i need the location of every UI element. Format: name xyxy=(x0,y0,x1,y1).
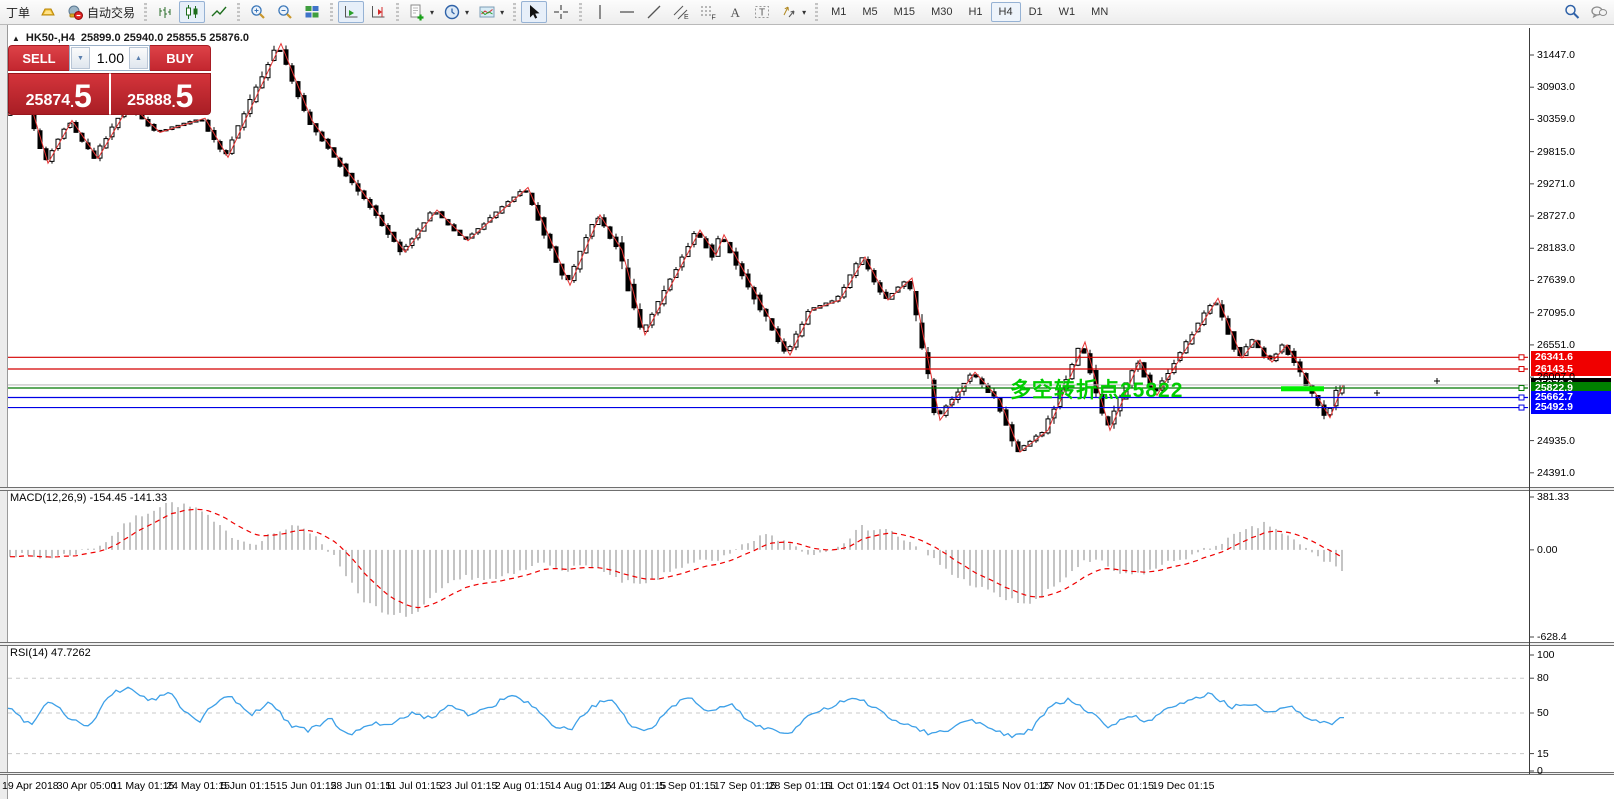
time-axis-label: 5 Jun 01:15 xyxy=(221,780,276,792)
time-axis-label: 30 Apr 05:00 xyxy=(57,780,117,792)
time-axis-label: 5 Nov 01:15 xyxy=(933,780,990,792)
time-axis-label: 28 Jun 01:15 xyxy=(331,780,392,792)
chart-header: ▲ HK50-,H4 25899.0 25940.0 25855.5 25876… xyxy=(12,32,249,44)
time-axis-label: 5 Sep 01:15 xyxy=(659,780,716,792)
price-axis-tick: 26551.0 xyxy=(1537,339,1575,351)
sell-price[interactable]: 25874.5 xyxy=(8,73,110,115)
chart-annotation-text: 多空转折点25822 xyxy=(1010,374,1183,404)
time-axis-label: 19 Dec 01:15 xyxy=(1152,780,1214,792)
time-axis-label: 19 Apr 2018 xyxy=(2,780,59,792)
price-axis-tick: 30359.0 xyxy=(1537,113,1575,125)
price-axis-tick: 24935.0 xyxy=(1537,435,1575,447)
price-axis-tick: 29815.0 xyxy=(1537,146,1575,158)
collapse-triangle-icon[interactable]: ▲ xyxy=(12,34,20,43)
time-axis-label: 15 Nov 01:15 xyxy=(988,780,1050,792)
buy-button-label: BUY xyxy=(166,51,193,66)
price-axis-tick: 30903.0 xyxy=(1537,81,1575,93)
time-axis-label: 24 Aug 01:15 xyxy=(604,780,666,792)
price-axis-tick: 27095.0 xyxy=(1537,307,1575,319)
buy-button[interactable]: BUY xyxy=(150,45,211,71)
rsi-axis-tick: 50 xyxy=(1537,707,1549,719)
volume-value[interactable]: 1.00 xyxy=(91,46,128,70)
macd-axis-tick: 0.00 xyxy=(1537,544,1557,556)
time-axis-label: 2 Aug 01:15 xyxy=(495,780,551,792)
time-axis-label: 11 Jul 01:15 xyxy=(385,780,441,792)
volume-decrease-button[interactable]: ▼ xyxy=(71,47,90,69)
buy-price[interactable]: 25888.5 xyxy=(110,73,212,115)
macd-axis-tick: -628.4 xyxy=(1537,631,1567,643)
sell-price-pips: 5 xyxy=(74,81,92,111)
volume-increase-button[interactable]: ▲ xyxy=(129,47,148,69)
price-axis-tick: 27639.0 xyxy=(1537,274,1575,286)
time-axis-label: 24 Oct 01:15 xyxy=(878,780,938,792)
volume-spinner: ▼ 1.00 ▲ xyxy=(69,45,150,71)
rsi-axis-tick: 100 xyxy=(1537,649,1555,661)
price-axis-tick: 29271.0 xyxy=(1537,178,1575,190)
sell-button-label: SELL xyxy=(22,51,55,66)
time-axis-label: 11 May 01:15 xyxy=(112,780,175,792)
rsi-axis-tick: 80 xyxy=(1537,672,1549,684)
macd-indicator-label: MACD(12,26,9) -154.45 -141.33 xyxy=(10,492,167,504)
sell-button[interactable]: SELL xyxy=(8,45,69,71)
buy-price-pips: 5 xyxy=(176,81,194,111)
price-axis-tick: 28183.0 xyxy=(1537,242,1575,254)
rsi-axis-tick: 0 xyxy=(1537,765,1543,777)
time-axis-label: 28 Sep 01:15 xyxy=(769,780,831,792)
price-axis-tick: 31447.0 xyxy=(1537,49,1575,61)
rsi-axis-tick: 15 xyxy=(1537,748,1549,760)
one-click-trading-panel: SELL ▼ 1.00 ▲ BUY 25874.5 25888.5 xyxy=(8,45,211,115)
chart-canvas[interactable] xyxy=(0,0,1614,799)
rsi-indicator-label: RSI(14) 47.7262 xyxy=(10,647,91,659)
macd-axis-tick: 381.33 xyxy=(1537,491,1569,503)
mt4-window: 丁单 自动交易 xyxy=(0,0,1614,799)
price-axis-tick: 28727.0 xyxy=(1537,210,1575,222)
time-axis-label: 17 Sep 01:15 xyxy=(714,780,776,792)
time-axis-label: 14 Aug 01:15 xyxy=(550,780,612,792)
sell-price-main: 25874 xyxy=(26,91,71,111)
time-axis-label: 15 Jun 01:15 xyxy=(276,780,337,792)
price-axis-tick: 26007.0 xyxy=(1537,371,1575,383)
chart-symbol-period: HK50-,H4 xyxy=(26,32,75,44)
time-axis-label: 23 Jul 01:15 xyxy=(440,780,497,792)
time-axis-label: 11 Oct 01:15 xyxy=(823,780,882,792)
time-axis-label: 7 Dec 01:15 xyxy=(1097,780,1154,792)
price-level-label: 25492.9 xyxy=(1531,401,1611,414)
time-axis-label: 27 Nov 01:15 xyxy=(1042,780,1104,792)
chart-ohlc-values: 25899.0 25940.0 25855.5 25876.0 xyxy=(81,32,249,44)
price-axis-tick: 24391.0 xyxy=(1537,467,1575,479)
buy-price-main: 25888 xyxy=(127,91,172,111)
